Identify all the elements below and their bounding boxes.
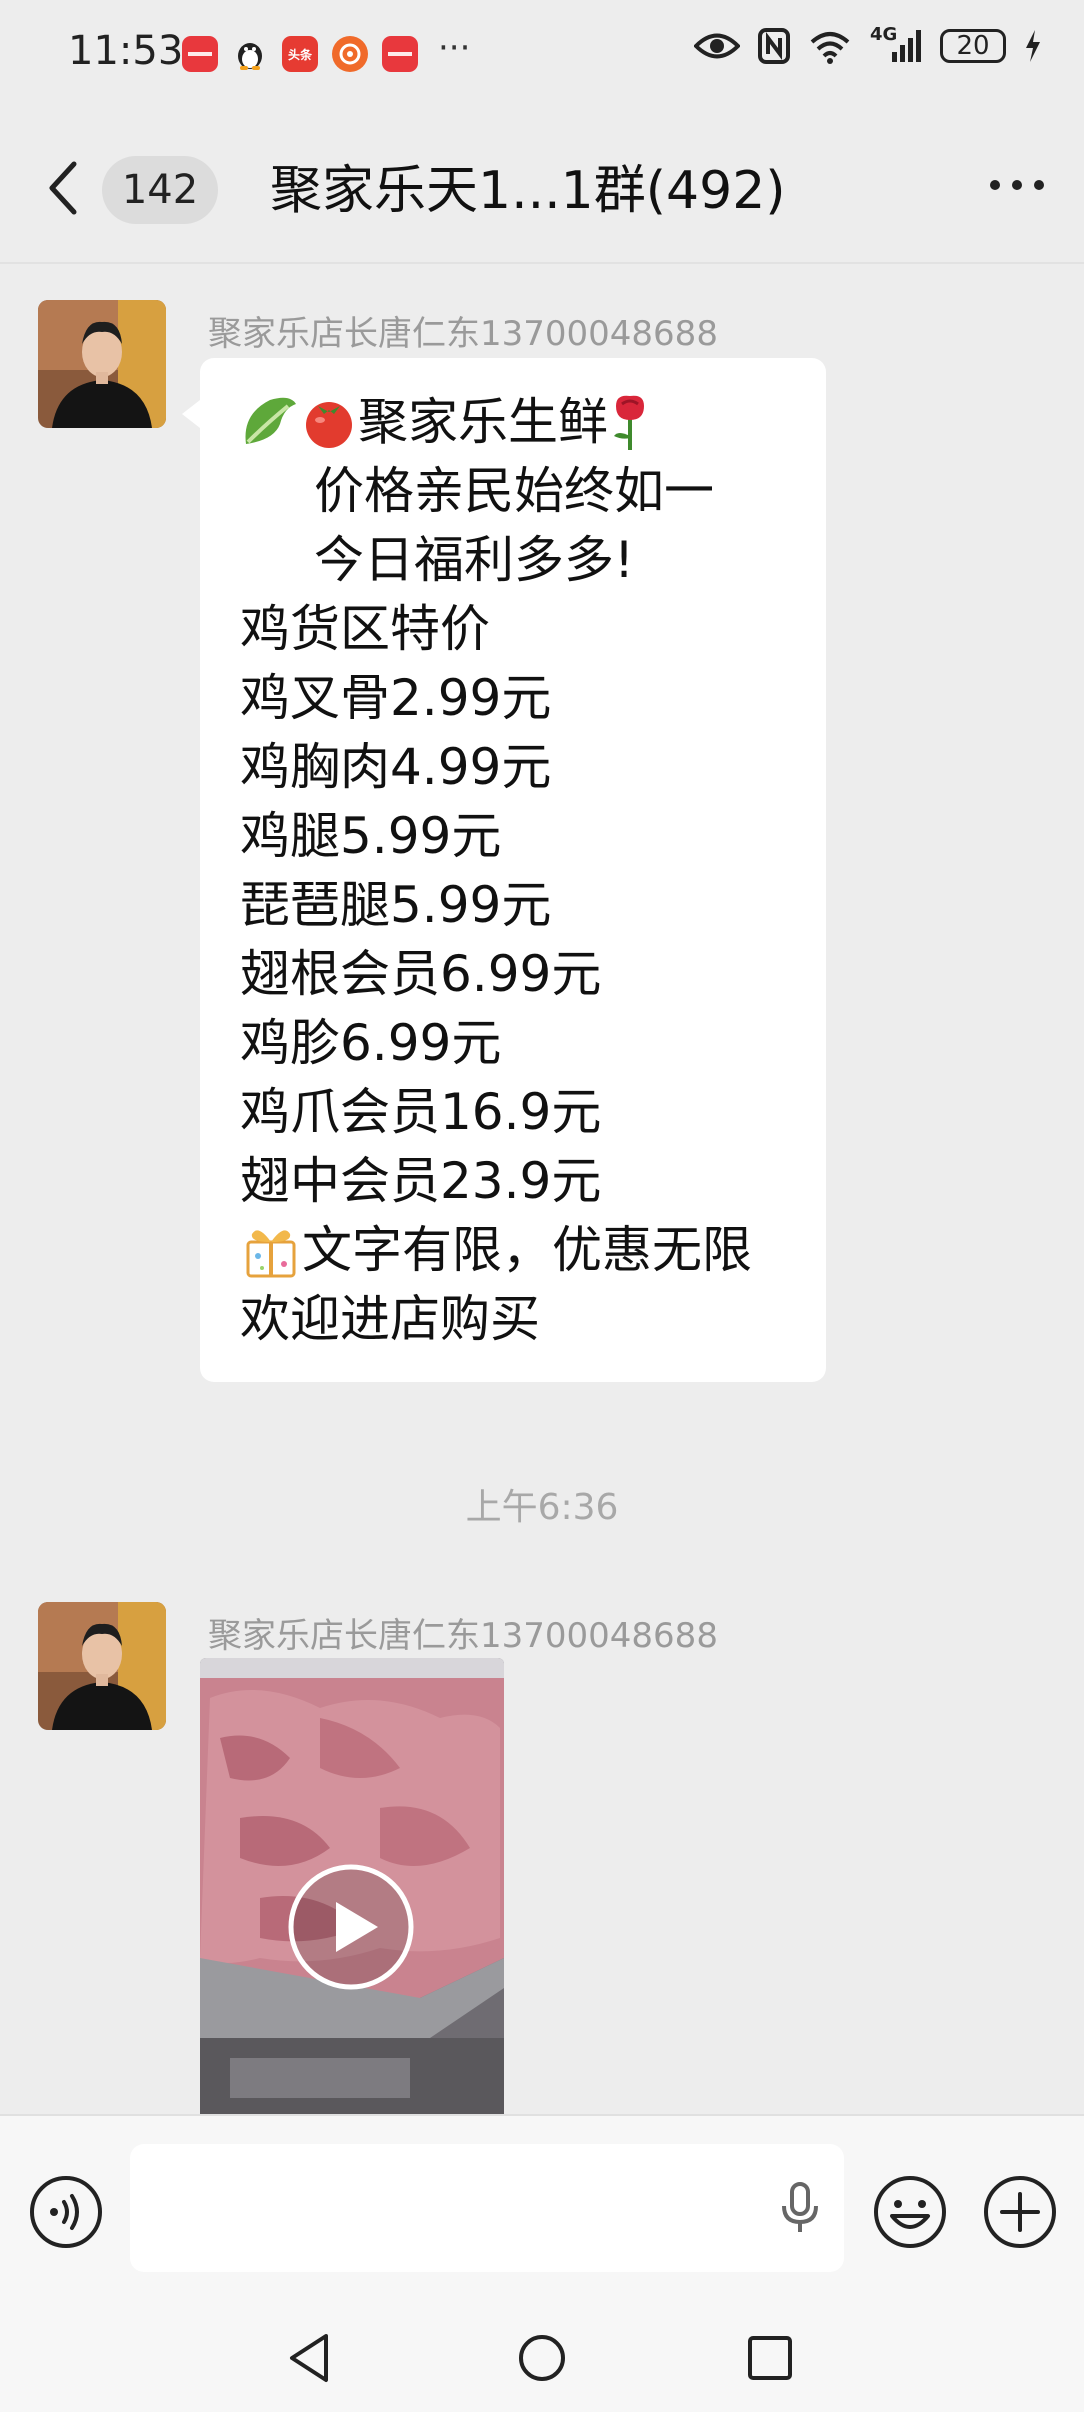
nfc-icon [758, 28, 790, 64]
back-arrow-icon [49, 161, 77, 215]
nav-back-icon[interactable] [286, 2332, 334, 2384]
toutiao-label: 头条 [287, 47, 312, 62]
charging-icon [1026, 30, 1040, 62]
message-line: 欢迎进店购买 [240, 1290, 540, 1348]
more-dot-icon [990, 180, 1000, 190]
play-icon[interactable] [286, 1862, 416, 1992]
add-attachment-icon[interactable] [982, 2174, 1058, 2250]
eye-comfort-icon [694, 33, 740, 59]
voice-toggle-icon[interactable] [28, 2174, 104, 2250]
avatar[interactable] [38, 300, 166, 428]
message-line: 鸡叉骨2.99元 [240, 669, 552, 727]
message-line: 鸡货区特价 [240, 600, 490, 658]
emoji-icon[interactable] [872, 2174, 948, 2250]
battery-icon: 20 [940, 29, 1006, 63]
unread-count-badge[interactable]: 142 [102, 156, 218, 224]
input-bar [0, 2114, 1084, 2306]
status-indicators: 4G 20 [694, 24, 1042, 64]
toutiao-app-icon: 头条 [282, 36, 318, 72]
more-notifications-icon: ··· [438, 28, 471, 68]
message-headline-line: 聚家乐生鲜 [240, 388, 826, 457]
message-line: 鸡腿5.99元 [240, 807, 502, 865]
wifi-icon [810, 32, 850, 64]
message-timestamp: 上午6:36 [465, 1487, 619, 1528]
huawei-app-icon [382, 36, 418, 72]
back-button[interactable] [44, 158, 94, 218]
rose-emoji-icon [614, 395, 644, 450]
nav-home-icon[interactable] [516, 2332, 568, 2384]
sender-name: 聚家乐店长唐仁东13700048688 [208, 1616, 718, 1656]
chat-title: 聚家乐天1...1群(492) [270, 161, 786, 221]
gift-emoji-icon [246, 1229, 296, 1277]
more-dot-icon [1012, 180, 1022, 190]
message-line: 鸡胗6.99元 [240, 1014, 502, 1072]
weibo-app-icon [332, 36, 368, 72]
sender-name: 聚家乐店长唐仁东13700048688 [208, 314, 718, 354]
battery-level: 20 [956, 31, 990, 61]
message-line: 价格亲民始终如一 [314, 462, 714, 520]
nav-recents-icon[interactable] [746, 2334, 794, 2382]
message-line: 琵琶腿5.99元 [240, 876, 552, 934]
status-bar: 11:53 头条 ··· 4G 20 [0, 0, 1084, 110]
status-app-icons: 头条 ··· [182, 28, 470, 72]
chat-header: 142 聚家乐天1...1群(492) [0, 120, 1084, 260]
message-bubble[interactable]: 聚家乐生鲜 价格亲民始终如一 今日福利多多! 鸡货区特价 鸡叉骨2.99元 鸡胸… [182, 358, 826, 1382]
huawei-app-icon [182, 36, 218, 72]
more-options-button[interactable] [990, 180, 1044, 190]
message-gift-line: 文字有限，优惠无限 [240, 1216, 826, 1285]
message-line: 鸡胸肉4.99元 [240, 738, 552, 796]
header-divider [0, 262, 1084, 264]
more-dot-icon [1034, 180, 1044, 190]
message-headline: 聚家乐生鲜 [358, 393, 608, 451]
message-line: 翅根会员6.99元 [240, 945, 602, 1003]
message-line: 文字有限，优惠无限 [302, 1221, 752, 1279]
tomato-emoji-icon [306, 401, 352, 448]
cellular-signal-icon: 4G [870, 24, 922, 64]
status-time: 11:53 [68, 28, 184, 74]
message-input[interactable] [130, 2144, 844, 2272]
microphone-icon[interactable] [778, 2180, 822, 2236]
avatar[interactable] [38, 1602, 166, 1730]
lettuce-emoji-icon [245, 397, 296, 444]
message-line: 翅中会员23.9元 [240, 1152, 602, 1210]
system-navigation-bar [0, 2304, 1084, 2412]
message-line: 今日福利多多! [314, 531, 635, 589]
video-message[interactable] [200, 1658, 504, 2114]
message-line: 鸡爪会员16.9元 [240, 1083, 602, 1141]
penguin-app-icon [232, 36, 268, 72]
